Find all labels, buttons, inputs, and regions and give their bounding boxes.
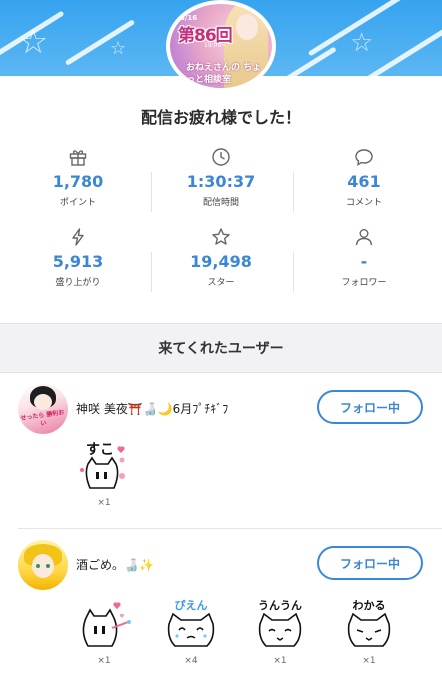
- star-decoration-icon: ☆: [350, 28, 374, 58]
- stat-value: 461: [347, 172, 381, 191]
- cat-sticker-icon: すこ: [74, 440, 134, 494]
- stat-label: スター: [207, 278, 235, 288]
- thumbnail-caption: おねえさんの ちょっと相談室: [186, 63, 262, 85]
- user-icon: [291, 224, 437, 250]
- star-decoration-icon: ☆: [18, 22, 49, 62]
- gift-count: ×1: [97, 656, 111, 666]
- gift-item: ぴえん ×4: [161, 598, 221, 666]
- page-title: 配信お疲れ様でした！: [140, 108, 301, 127]
- stat-value: 19,498: [190, 252, 252, 271]
- thumbnail-time: 19:00~: [204, 42, 227, 49]
- stat-value: 5,913: [52, 252, 104, 271]
- stat-excitement: 5,913 盛り上がり: [5, 224, 151, 288]
- stat-value: 1,780: [52, 172, 104, 191]
- stream-thumbnail: 5/16 第86回 19:00~ おねえさんの ちょっと相談室: [166, 0, 276, 92]
- gift-item: うんうん ×1: [250, 598, 310, 666]
- avatar-text: せったら 勝利おい: [20, 409, 65, 428]
- clock-icon: [148, 144, 294, 170]
- crying-cat-sticker-icon: ぴえん: [161, 598, 221, 652]
- stat-label: 盛り上がり: [55, 278, 101, 288]
- follow-button[interactable]: フォロー中: [317, 546, 423, 580]
- gift-count: ×1: [362, 656, 376, 666]
- comment-icon: [291, 144, 437, 170]
- avatar[interactable]: [18, 540, 68, 590]
- gift-caption: すこ: [86, 442, 114, 458]
- gift-count: ×4: [184, 656, 198, 666]
- nodding-cat-sticker-icon: うんうん: [250, 598, 310, 652]
- stat-value: 1:30:37: [186, 172, 256, 191]
- gift-caption: わかる: [353, 599, 386, 612]
- stat-stars: 19,498 スター: [148, 224, 294, 288]
- user-name: 神咲 美夜⛩️🍶🌙6月ﾌﾟﾁｷﾞﾌ: [76, 402, 229, 416]
- section-title: 来てくれたユーザー: [158, 341, 284, 357]
- user-name: 酒ごめ。🍶✨: [76, 558, 154, 572]
- star-decoration-icon: ☆: [110, 38, 127, 59]
- gift-item: ×1: [74, 598, 134, 666]
- stat-label: 配信時間: [202, 198, 239, 208]
- stat-comments: 461 コメント: [291, 144, 437, 208]
- avatar[interactable]: せったら 勝利おい: [18, 384, 68, 434]
- gift-item: すこ ×1: [74, 440, 134, 508]
- stat-followers: - フォロワー: [291, 224, 437, 288]
- gift-icon: [5, 144, 151, 170]
- stat-label: フォロワー: [341, 278, 387, 288]
- stat-value: -: [360, 252, 368, 271]
- stat-label: ポイント: [59, 198, 96, 208]
- gift-count: ×1: [273, 656, 287, 666]
- gift-count: ×1: [97, 498, 111, 508]
- follow-button[interactable]: フォロー中: [317, 390, 423, 424]
- cat-heart-sticker-icon: [74, 598, 134, 652]
- understanding-cat-sticker-icon: わかる: [339, 598, 399, 652]
- gift-caption: ぴえん: [175, 599, 208, 612]
- stat-label: コメント: [345, 198, 382, 208]
- lightning-icon: [5, 224, 151, 250]
- stat-duration: 1:30:37 配信時間: [148, 144, 294, 208]
- gift-item: わかる ×1: [339, 598, 399, 666]
- star-icon: [148, 224, 294, 250]
- gift-caption: うんうん: [258, 599, 302, 612]
- stat-points: 1,780 ポイント: [5, 144, 151, 208]
- visitors-section-header: 来てくれたユーザー: [0, 323, 442, 373]
